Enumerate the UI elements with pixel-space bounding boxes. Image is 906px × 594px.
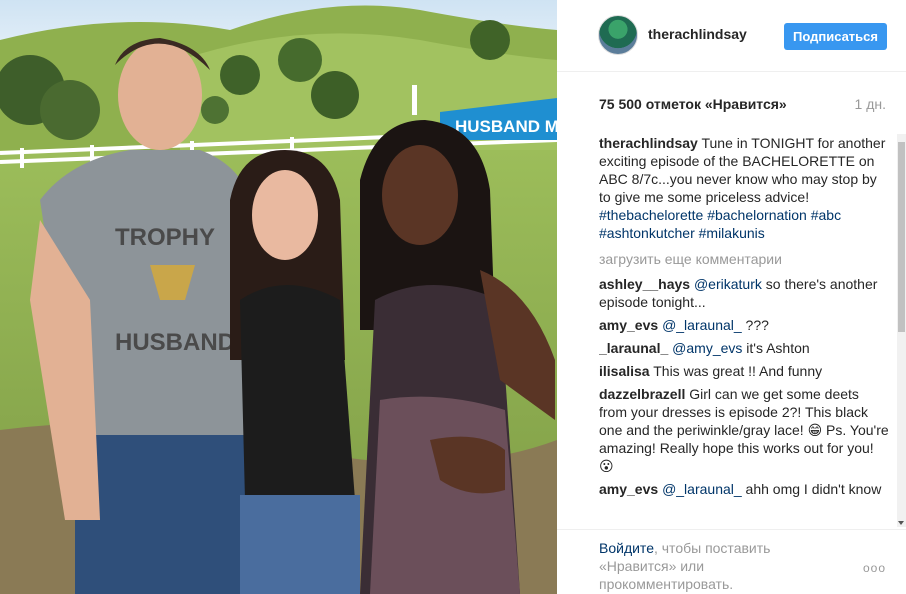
comment-item: amy_evs @_laraunal_ ahh omg I didn't kno… <box>599 480 889 498</box>
comment-item: ilisalisa This was great !! And funny <box>599 362 889 380</box>
comment-author[interactable]: ilisalisa <box>599 363 650 379</box>
comment-author[interactable]: amy_evs <box>599 317 658 333</box>
hashtag-link[interactable]: #abc <box>811 207 841 223</box>
sign-text: HUSBAND MA <box>455 117 557 136</box>
post-footer: Войдите, чтобы поставить «Нравится» или … <box>557 529 906 594</box>
post-photo[interactable]: HUSBAND MA TROPHY HUSBAND <box>0 0 557 594</box>
likes-count[interactable]: 75 500 отметок «Нравится» <box>599 96 787 112</box>
caption: therachlindsay Tune in TONIGHT for anoth… <box>599 134 889 242</box>
hashtag-link[interactable]: #bachelornation <box>707 207 811 223</box>
comment-author[interactable]: dazzelbrazell <box>599 386 685 402</box>
scroll-down-arrow-icon[interactable] <box>898 521 904 525</box>
comment-author[interactable]: _laraunal_ <box>599 340 668 356</box>
avatar[interactable] <box>598 15 638 55</box>
username-link[interactable]: therachlindsay <box>648 26 747 42</box>
comment-item: dazzelbrazell Girl can we get some deets… <box>599 385 889 475</box>
hashtag-link[interactable]: #ashtonkutcher <box>599 225 699 241</box>
person-middle <box>230 150 360 594</box>
photo-illustration: HUSBAND MA TROPHY HUSBAND <box>0 0 557 594</box>
comment-text: This was great !! And funny <box>653 363 823 379</box>
hashtag-link[interactable]: #milakunis <box>699 225 765 241</box>
comment-item: _laraunal_ @amy_evs it's Ashton <box>599 339 889 357</box>
caption-author[interactable]: therachlindsay <box>599 135 698 151</box>
login-prompt: Войдите, чтобы поставить «Нравится» или … <box>599 539 809 593</box>
comment-text: ??? <box>741 317 769 333</box>
follow-button[interactable]: Подписаться <box>784 23 887 50</box>
svg-text:HUSBAND: HUSBAND <box>115 329 235 356</box>
load-more-comments[interactable]: загрузить еще комментарии <box>599 250 889 268</box>
comments-scrollbar[interactable] <box>897 134 906 527</box>
hashtag-link[interactable]: #thebachelorette <box>599 207 707 223</box>
login-link[interactable]: Войдите <box>599 540 654 556</box>
post-sidebar: therachlindsay Подписаться 75 500 отмето… <box>557 0 906 594</box>
comment-mention[interactable]: @_laraunal_ <box>662 481 742 497</box>
comment-text: it's Ashton <box>742 340 810 356</box>
comment-author[interactable]: ashley__hays <box>599 276 690 292</box>
svg-text:TROPHY: TROPHY <box>115 224 215 251</box>
post-header: therachlindsay Подписаться <box>557 0 906 72</box>
comment-mention[interactable]: @amy_evs <box>672 340 742 356</box>
comment-item: amy_evs @_laraunal_ ??? <box>599 316 889 334</box>
likes-row: 75 500 отметок «Нравится» 1 дн. <box>599 96 889 116</box>
comment-item: ashley__hays @erikaturk so there's anoth… <box>599 275 889 311</box>
comments-list: therachlindsay Tune in TONIGHT for anoth… <box>599 134 889 527</box>
comment-author[interactable]: amy_evs <box>599 481 658 497</box>
comment-mention[interactable]: @_laraunal_ <box>662 317 742 333</box>
comment-text: ahh omg I didn't know <box>741 481 882 497</box>
post-time[interactable]: 1 дн. <box>855 96 886 112</box>
comment-mention[interactable]: @erikaturk <box>694 276 762 292</box>
more-options-icon[interactable]: ooo <box>863 561 886 575</box>
scrollbar-thumb[interactable] <box>898 142 905 332</box>
